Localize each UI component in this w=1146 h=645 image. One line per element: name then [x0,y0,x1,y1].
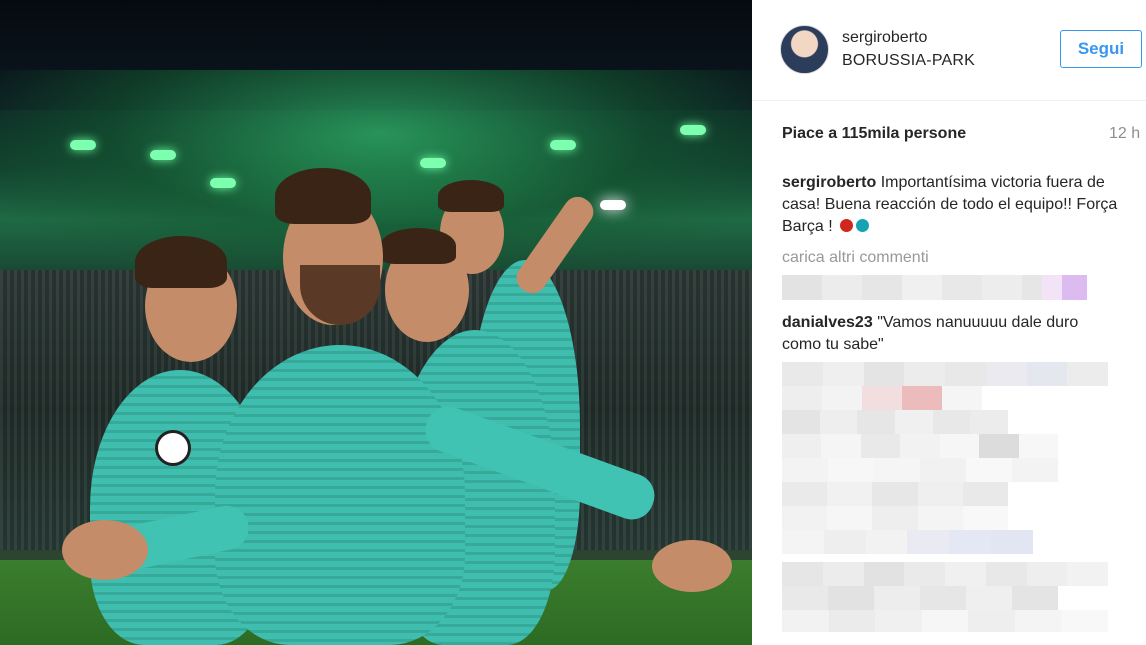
load-more-comments-link[interactable]: carica altri commenti [782,249,929,267]
stadium-light [600,200,626,210]
player-hair [275,168,371,224]
stadium-light [150,150,176,160]
blue-circle-emoji-icon [856,219,870,232]
post-time[interactable]: 12 h [1109,125,1140,143]
stadium-light [210,178,236,188]
comment-item: danialves23 "Vamos nanuuuuu dale duro co… [782,312,1112,356]
player-hair [438,180,504,212]
post-caption: sergiroberto Importantísima victoria fue… [782,172,1132,238]
player-hand [62,520,148,580]
player-hair [380,228,456,264]
player-shape [215,345,465,645]
post-sidebar: sergiroberto BORUSSIA-PARK Segui Piace a… [752,0,1146,645]
stadium-light [420,158,446,168]
comment-username[interactable]: danialves23 [782,314,873,331]
follow-button[interactable]: Segui [1060,30,1142,68]
champions-league-badge [155,430,191,466]
post-photo[interactable] [0,0,752,645]
player-hand [652,540,732,592]
location-link[interactable]: BORUSSIA-PARK [842,52,975,70]
blurred-comments-area [782,362,1109,632]
stadium-light [680,125,706,135]
caption-username[interactable]: sergiroberto [782,174,876,191]
red-circle-emoji-icon [840,219,854,232]
stadium-light [70,140,96,150]
avatar[interactable] [780,25,829,74]
likes-count[interactable]: Piace a 115mila persone [782,125,966,143]
header-username[interactable]: sergiroberto [842,29,927,47]
player-hair [135,236,227,288]
post-header: sergiroberto BORUSSIA-PARK Segui [752,0,1146,101]
blurred-comment [782,275,1087,300]
stadium-light [550,140,576,150]
